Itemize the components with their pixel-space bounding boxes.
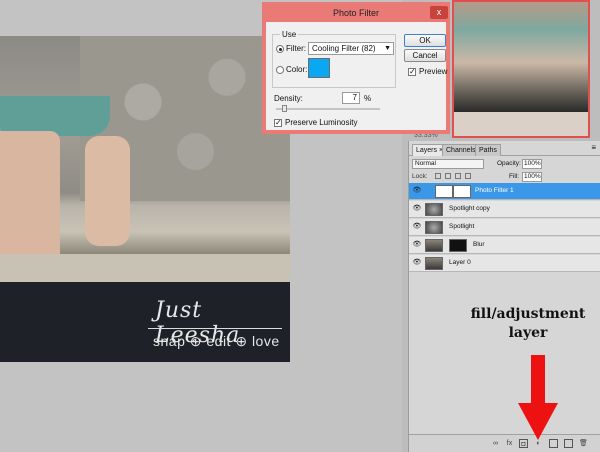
close-icon[interactable]: x [430,6,448,19]
opacity-input[interactable]: 100% [522,159,542,169]
photo-filter-dialog: Photo Filter x Use Filter: Cooling Filte… [262,2,450,134]
photo-ledge [0,254,290,282]
eye-icon[interactable]: 👁 [412,240,422,250]
filter-label: Filter: [286,44,306,53]
color-label: Color: [286,65,308,74]
photo-leg-right [85,136,130,246]
eye-icon[interactable]: 👁 [412,222,422,232]
annotation-label: fill/adjustment layer [462,305,594,343]
panel-tabs: Layers × Channels Paths [409,144,600,156]
filter-select-value: Cooling Filter (82) [312,44,376,53]
tab-channels[interactable]: Channels [442,144,480,156]
panel-menu-icon[interactable]: ≡ [591,143,596,152]
eye-icon[interactable]: 👁 [412,204,422,214]
layer-mask-thumb [449,239,467,252]
color-swatch[interactable] [308,58,330,78]
preserve-luminosity-label: Preserve Luminosity [285,118,358,127]
watermark-tagline: snap ⊕ edit ⊕ love [153,333,280,349]
layer-row-layer-0[interactable]: 👁 Layer 0 [409,255,600,272]
density-input[interactable]: 7 [342,92,360,104]
density-unit: % [364,94,372,103]
density-label: Density: [274,94,303,103]
layer-thumb [425,203,443,216]
layer-row-spotlight[interactable]: 👁 Spotlight [409,219,600,236]
navigator-thumbnail [454,2,588,112]
dialog-title: Photo Filter [266,6,446,22]
add-mask-icon[interactable]: ◘ [519,439,528,448]
lock-brush-icon[interactable] [445,173,451,179]
blend-mode-select[interactable]: Normal [412,159,484,169]
layer-thumb [425,239,443,252]
layer-thumb [425,221,443,234]
adjustment-layer-icon[interactable]: ◐ [534,439,543,448]
layer-row-photo-filter[interactable]: 👁 Photo Filter 1 [409,183,600,200]
color-radio[interactable] [276,66,284,74]
lock-transparency-icon[interactable] [435,173,441,179]
layer-row-spotlight-copy[interactable]: 👁 Spotlight copy [409,201,600,218]
photo-canvas[interactable]: Just Leesha snap ⊕ edit ⊕ love [0,36,290,362]
layer-thumb [425,257,443,270]
tab-paths[interactable]: Paths [475,144,501,156]
annotation-line-2: layer [508,325,548,341]
cancel-button[interactable]: Cancel [404,49,446,62]
layer-name: Photo Filter 1 [475,187,514,194]
density-slider-track[interactable] [276,108,380,110]
adjustment-thumb [435,185,453,198]
layer-mask-thumb [453,185,471,198]
layer-name: Spotlight copy [449,205,490,212]
link-icon[interactable]: ∞ [491,439,500,448]
lock-all-icon[interactable] [465,173,471,179]
annotation-line-1: fill/adjustment [470,306,586,322]
layer-name: Blur [473,241,485,248]
preserve-luminosity-checkbox[interactable]: ✓ [274,119,282,127]
filter-radio[interactable] [276,45,284,53]
new-layer-icon[interactable] [564,439,573,448]
fx-icon[interactable]: fx [505,439,514,448]
layers-panel: Layers × Channels Paths ≡ Normal Opacity… [408,141,600,452]
layers-footer: ∞ fx ◘ ◐ 🗑 [409,434,600,452]
eye-icon[interactable]: 👁 [412,258,422,268]
eye-icon[interactable]: 👁 [412,186,422,196]
preview-label: Preview [419,67,448,76]
layer-row-blur[interactable]: 👁 Blur [409,237,600,254]
fill-label: Fill: [509,173,520,180]
layer-name: Layer 0 [449,259,471,266]
layer-name: Spotlight [449,223,475,230]
navigator-preview[interactable] [452,0,590,138]
group-folder-icon[interactable] [549,439,558,448]
chevron-down-icon: ▼ [384,45,391,52]
lock-move-icon[interactable] [455,173,461,179]
fill-input[interactable]: 100% [522,172,542,182]
density-slider-thumb[interactable] [282,105,287,112]
arrow-down-icon [518,355,558,440]
preview-checkbox[interactable]: ✓ [408,68,416,76]
photo-shirt [0,96,110,136]
opacity-label: Opacity: [497,160,521,167]
use-group-label: Use [280,30,299,39]
watermark-divider [148,328,282,329]
filter-select[interactable]: Cooling Filter (82) ▼ [308,42,394,55]
trash-icon[interactable]: 🗑 [579,439,588,448]
ok-button[interactable]: OK [404,34,446,47]
lock-label: Lock: [412,173,428,180]
